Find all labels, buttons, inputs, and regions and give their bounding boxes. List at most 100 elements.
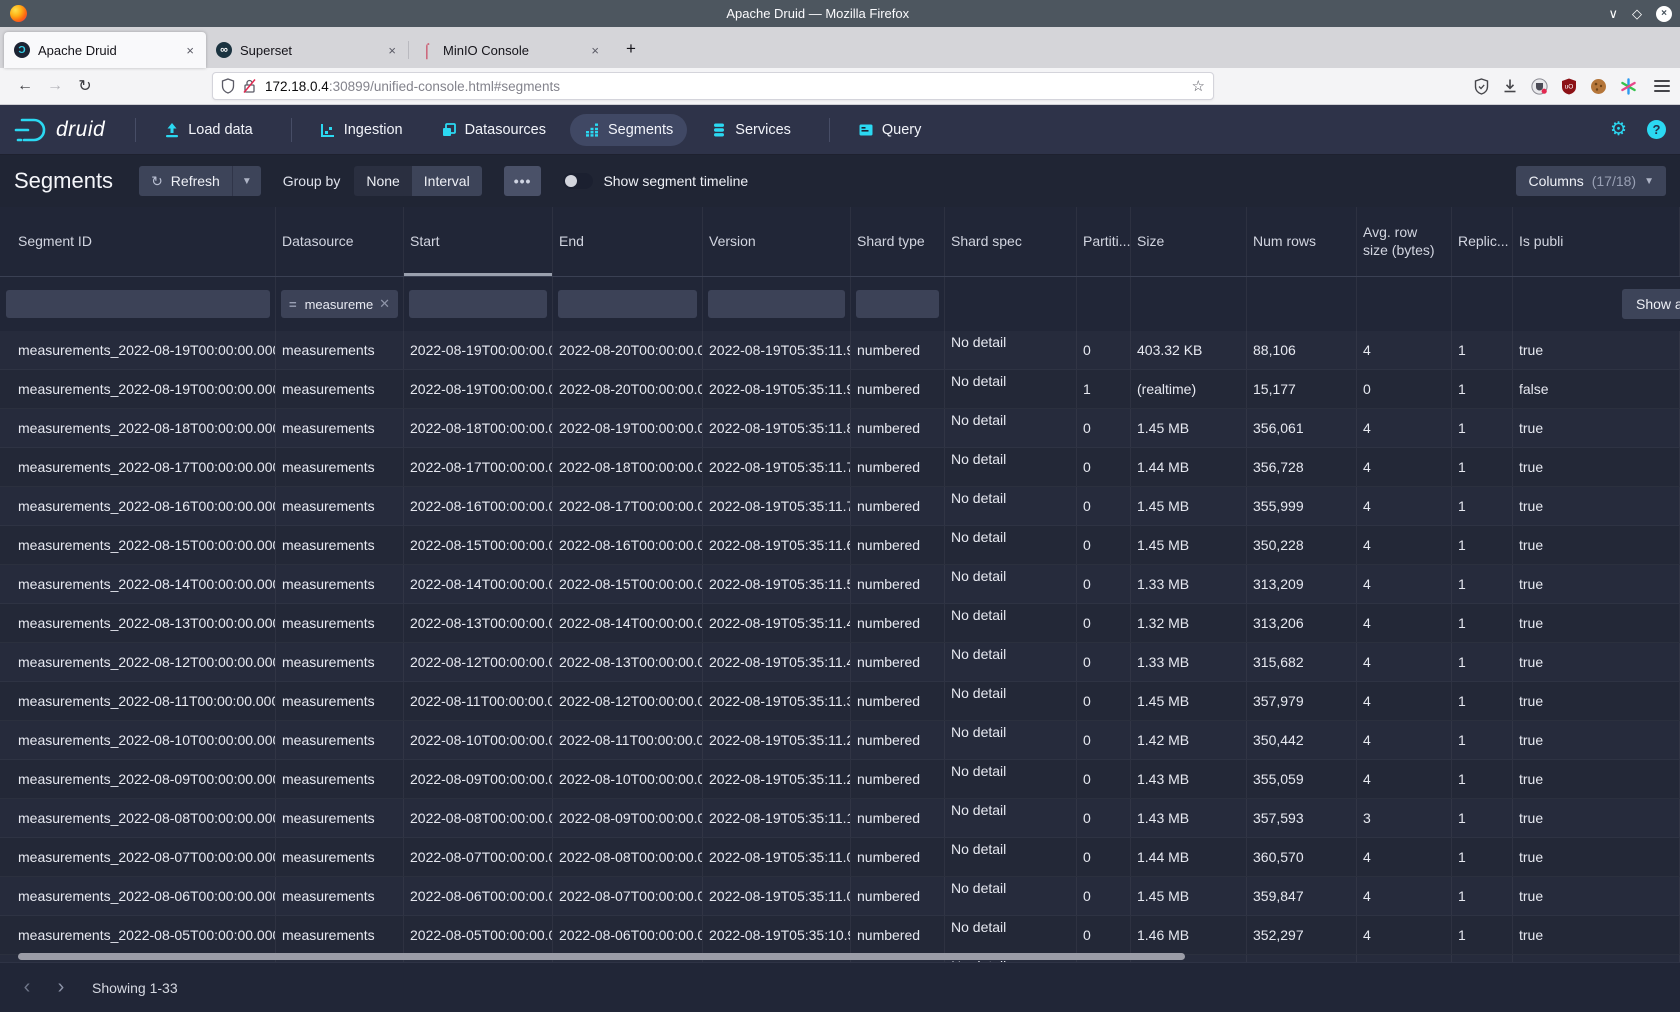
cell-is-published: true xyxy=(1513,916,1680,954)
settings-gear-icon[interactable]: ⚙ xyxy=(1610,118,1627,141)
protections-shield-icon[interactable] xyxy=(1474,78,1489,95)
url-text[interactable]: 172.18.0.4:30899/unified-console.html#se… xyxy=(265,79,1192,94)
container-mask-icon[interactable] xyxy=(1531,78,1548,95)
cell-version: 2022-08-19T05:35:11.1... xyxy=(703,799,851,837)
minimize-icon[interactable]: ∨ xyxy=(1608,6,1618,22)
scrollbar-thumb[interactable] xyxy=(18,953,1185,960)
column-header-size[interactable]: Size xyxy=(1131,207,1247,276)
tab-close-icon[interactable]: × xyxy=(184,43,196,58)
query-icon xyxy=(858,122,874,138)
table-row[interactable]: measurements_2022-08-13T00:00:00.000Z...… xyxy=(0,604,1680,643)
bookmark-star-icon[interactable]: ☆ xyxy=(1192,77,1205,95)
group-by-none-button[interactable]: None xyxy=(354,166,411,196)
table-row[interactable]: measurements_2022-08-17T00:00:00.000Z...… xyxy=(0,448,1680,487)
table-row[interactable]: measurements_2022-08-19T00:00:00.000Z...… xyxy=(0,331,1680,370)
equals-icon: = xyxy=(289,297,297,312)
column-header-end[interactable]: End xyxy=(553,207,703,276)
cell-num-rows: 356,728 xyxy=(1247,448,1357,486)
table-row[interactable]: measurements_2022-08-15T00:00:00.000Z...… xyxy=(0,526,1680,565)
back-button[interactable]: ← xyxy=(10,72,40,100)
cell-datasource: measurements xyxy=(276,799,404,837)
new-tab-button[interactable]: + xyxy=(617,35,645,63)
cookie-icon[interactable] xyxy=(1590,78,1607,95)
refresh-dropdown-button[interactable]: ▼ xyxy=(232,166,261,196)
cell-partition: 0 xyxy=(1077,487,1131,525)
column-header-is-published[interactable]: Is publi xyxy=(1513,207,1680,276)
refresh-button[interactable]: ↻ Refresh xyxy=(139,166,232,196)
tracking-shield-icon[interactable] xyxy=(221,78,235,94)
previous-page-button[interactable]: ‹ xyxy=(10,971,44,1005)
filter-start[interactable] xyxy=(409,290,547,318)
filter-segment-id[interactable] xyxy=(6,290,270,318)
table-row[interactable]: measurements_2022-08-07T00:00:00.000Z...… xyxy=(0,838,1680,877)
column-header-shard-spec[interactable]: Shard spec xyxy=(945,207,1077,276)
table-row[interactable]: measurements_2022-08-11T00:00:00.000Z...… xyxy=(0,682,1680,721)
maximize-icon[interactable]: ◇ xyxy=(1632,6,1642,22)
help-icon[interactable]: ? xyxy=(1647,120,1666,139)
clear-filter-icon[interactable]: ✕ xyxy=(379,296,390,312)
filter-version[interactable] xyxy=(708,290,845,318)
tab-apache-druid[interactable]: Ɔ Apache Druid × xyxy=(4,32,206,68)
minio-favicon: ⌠ xyxy=(419,42,435,58)
show-all-filter-button[interactable]: Show all xyxy=(1622,289,1680,319)
tab-superset[interactable]: ∞ Superset × xyxy=(206,32,408,68)
filter-datasource[interactable]: = measureme ✕ xyxy=(281,290,398,318)
table-row[interactable]: measurements_2022-08-08T00:00:00.000Z...… xyxy=(0,799,1680,838)
table-row[interactable]: measurements_2022-08-18T00:00:00.000Z...… xyxy=(0,409,1680,448)
cell-is-published: true xyxy=(1513,877,1680,915)
table-row[interactable]: measurements_2022-08-10T00:00:00.000Z...… xyxy=(0,721,1680,760)
nav-item-load-data[interactable]: Load data xyxy=(150,114,267,146)
nav-item-query[interactable]: Query xyxy=(844,114,936,146)
column-header-segment-id[interactable]: Segment ID xyxy=(0,207,276,276)
forward-button[interactable]: → xyxy=(40,72,70,100)
tab-close-icon[interactable]: × xyxy=(589,43,601,58)
filter-shard-type[interactable] xyxy=(856,290,939,318)
nav-item-segments[interactable]: Segments xyxy=(570,114,687,146)
filter-end[interactable] xyxy=(558,290,697,318)
table-row[interactable]: measurements_2022-08-12T00:00:00.000Z...… xyxy=(0,643,1680,682)
ublock-icon[interactable]: uO xyxy=(1561,78,1577,95)
cell-partition: 0 xyxy=(1077,799,1131,837)
group-by-interval-button[interactable]: Interval xyxy=(412,166,482,196)
columns-button[interactable]: Columns (17/18) ▼ xyxy=(1516,166,1666,196)
cell-is-published: true xyxy=(1513,721,1680,759)
table-row[interactable]: measurements_2022-08-16T00:00:00.000Z...… xyxy=(0,487,1680,526)
nav-item-datasources[interactable]: Datasources xyxy=(427,114,560,146)
column-header-version[interactable]: Version xyxy=(703,207,851,276)
svg-text:uO: uO xyxy=(1565,83,1574,90)
downloads-icon[interactable] xyxy=(1502,78,1518,94)
table-row[interactable]: measurements_2022-08-06T00:00:00.000Z...… xyxy=(0,877,1680,916)
segment-timeline-toggle[interactable] xyxy=(563,173,593,189)
extension-star-icon[interactable] xyxy=(1620,78,1637,95)
table-row[interactable]: measurements_2022-08-14T00:00:00.000Z...… xyxy=(0,565,1680,604)
next-page-button[interactable]: › xyxy=(44,971,78,1005)
column-header-partition[interactable]: Partiti... xyxy=(1077,207,1131,276)
segments-table: Segment ID Datasource Start End Version … xyxy=(0,207,1680,962)
cell-replicas: 1 xyxy=(1452,799,1513,837)
table-row[interactable]: measurements_2022-08-09T00:00:00.000Z...… xyxy=(0,760,1680,799)
column-header-shard-type[interactable]: Shard type xyxy=(851,207,945,276)
close-icon[interactable]: × xyxy=(1656,6,1672,22)
table-row[interactable]: measurements_2022-08-19T00:00:00.000Z...… xyxy=(0,370,1680,409)
column-header-replicas[interactable]: Replic... xyxy=(1452,207,1513,276)
more-options-button[interactable]: ••• xyxy=(504,166,542,196)
column-header-avg-row-size[interactable]: Avg. row size (bytes) xyxy=(1357,207,1452,276)
table-row[interactable]: measurements_2022-08-05T00:00:00.000Z...… xyxy=(0,916,1680,955)
url-bar[interactable]: 172.18.0.4:30899/unified-console.html#se… xyxy=(212,72,1214,100)
nav-item-ingestion[interactable]: Ingestion xyxy=(306,114,417,146)
column-header-start[interactable]: Start xyxy=(404,207,553,276)
cell-version: 2022-08-19T05:35:11.9... xyxy=(703,331,851,369)
cell-num-rows: 315,682 xyxy=(1247,643,1357,681)
nav-item-services[interactable]: Services xyxy=(697,114,805,146)
cell-segment-id: measurements_2022-08-10T00:00:00.000Z... xyxy=(0,721,276,759)
cell-datasource: measurements xyxy=(276,448,404,486)
column-header-datasource[interactable]: Datasource xyxy=(276,207,404,276)
tab-minio-console[interactable]: ⌠ MinIO Console × xyxy=(409,32,611,68)
column-header-num-rows[interactable]: Num rows xyxy=(1247,207,1357,276)
cell-partition: 0 xyxy=(1077,526,1131,564)
reload-button[interactable]: ↻ xyxy=(70,72,100,100)
insecure-lock-icon[interactable] xyxy=(242,78,257,94)
tab-close-icon[interactable]: × xyxy=(386,43,398,58)
druid-logo[interactable]: druid xyxy=(14,117,105,143)
menu-icon[interactable] xyxy=(1654,80,1670,92)
